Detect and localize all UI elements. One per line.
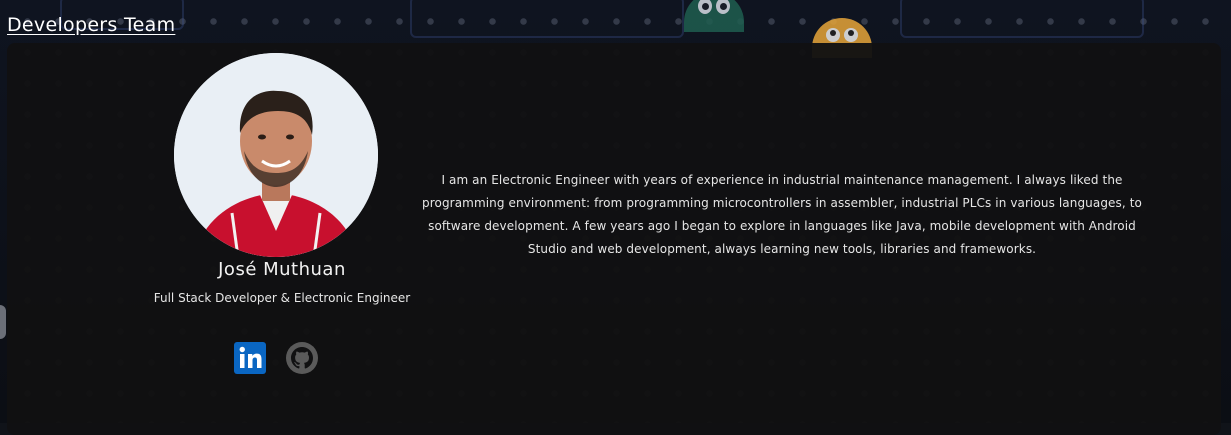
avatar bbox=[174, 53, 378, 257]
github-link[interactable] bbox=[285, 341, 319, 375]
member-bio: I am an Electronic Engineer with years o… bbox=[422, 173, 1142, 256]
linkedin-icon bbox=[234, 342, 266, 374]
developer-card: José Muthuan Full Stack Developer & Elec… bbox=[7, 43, 1221, 435]
maze-wall bbox=[900, 0, 1144, 38]
maze-wall bbox=[410, 0, 684, 38]
ghost-sprite bbox=[684, 0, 744, 32]
social-links bbox=[233, 341, 333, 375]
member-name: José Muthuan bbox=[218, 259, 346, 280]
avatar-portrait bbox=[174, 53, 378, 257]
side-tab-handle[interactable] bbox=[0, 305, 6, 339]
section-title: Developers Team bbox=[7, 14, 176, 36]
linkedin-link[interactable] bbox=[233, 341, 267, 375]
member-role: Full Stack Developer & Electronic Engine… bbox=[153, 291, 411, 305]
github-icon bbox=[286, 342, 318, 374]
